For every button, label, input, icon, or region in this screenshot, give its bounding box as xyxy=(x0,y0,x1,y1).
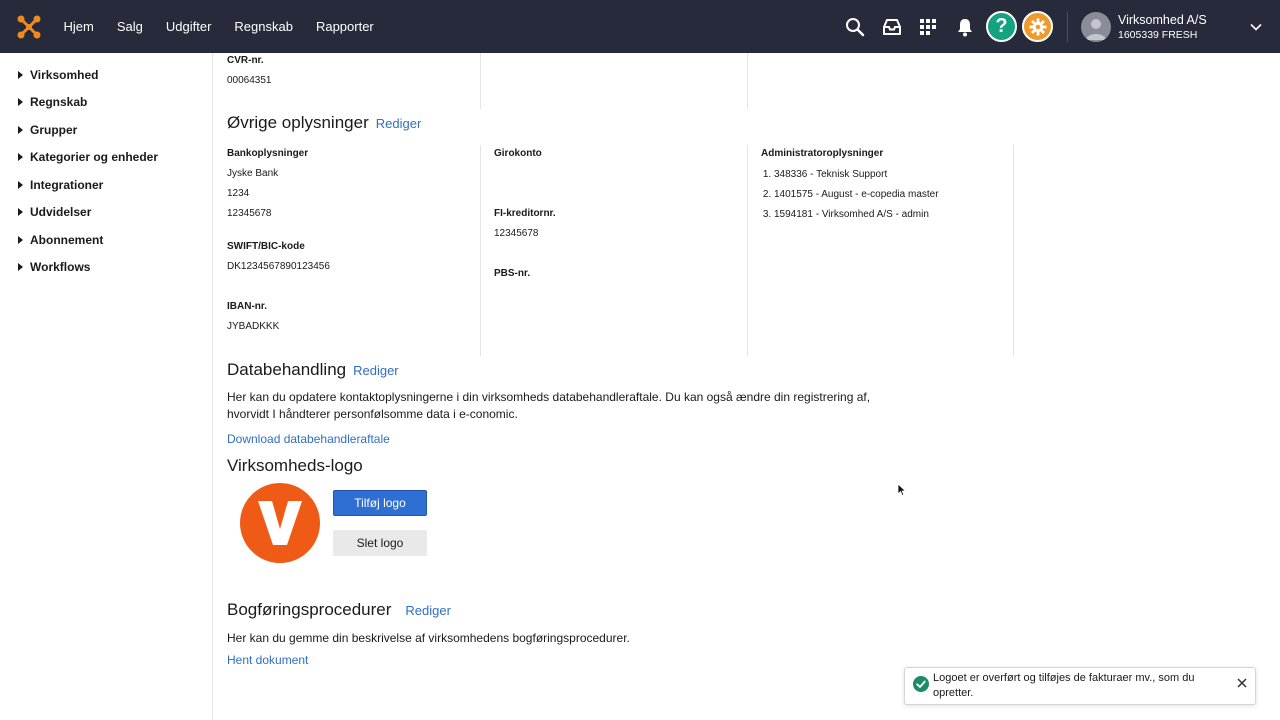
caret-right-icon xyxy=(18,208,23,216)
help-button[interactable]: ? xyxy=(986,11,1017,42)
caret-right-icon xyxy=(18,126,23,134)
close-icon[interactable] xyxy=(1236,677,1248,689)
other-info-edit-link[interactable]: Rediger xyxy=(376,116,422,131)
sidebar-item-kategorier[interactable]: Kategorier og enheder xyxy=(18,150,158,164)
bookkeeping-edit-link[interactable]: Rediger xyxy=(405,603,451,618)
swift-value: DK1234567890123456 xyxy=(227,261,330,272)
search-icon[interactable] xyxy=(841,13,869,41)
sidebar-item-grupper[interactable]: Grupper xyxy=(18,123,77,137)
data-processing-description: Her kan du opdatere kontaktoplysningerne… xyxy=(227,389,887,423)
column-divider xyxy=(480,53,481,109)
giro-label: Girokonto xyxy=(494,148,542,159)
cvr-label: CVR-nr. xyxy=(227,55,264,66)
admin-label: Administratoroplysninger xyxy=(761,148,884,159)
caret-right-icon xyxy=(18,181,23,189)
help-icon: ? xyxy=(995,15,1008,37)
sidebar-item-abonnement[interactable]: Abonnement xyxy=(18,233,103,247)
inbox-icon[interactable] xyxy=(878,13,906,41)
data-processing-edit-link[interactable]: Rediger xyxy=(353,363,399,378)
cvr-value: 00064351 xyxy=(227,75,272,86)
fi-creditor-value: 12345678 xyxy=(494,228,539,239)
settings-button[interactable] xyxy=(1022,11,1053,42)
caret-right-icon xyxy=(18,236,23,244)
sidebar-item-virksomhed[interactable]: Virksomhed xyxy=(18,68,98,82)
sidebar-item-workflows[interactable]: Workflows xyxy=(18,260,90,274)
sidebar-item-label: Kategorier og enheder xyxy=(30,150,159,164)
chevron-down-icon[interactable] xyxy=(1249,20,1263,34)
bank-account: 12345678 xyxy=(227,208,272,219)
sidebar-item-label: Udvidelser xyxy=(30,205,92,219)
column-divider xyxy=(1013,145,1014,356)
sidebar-item-label: Abonnement xyxy=(30,233,104,247)
main-nav: Hjem Salg Udgifter Regnskab Rapporter xyxy=(52,0,385,53)
delete-logo-button[interactable]: Slet logo xyxy=(333,530,427,556)
add-logo-button[interactable]: Tilføj logo xyxy=(333,490,427,516)
nav-item-salg[interactable]: Salg xyxy=(105,19,154,34)
sidebar-item-label: Grupper xyxy=(30,123,78,137)
sidebar-item-integrationer[interactable]: Integrationer xyxy=(18,178,103,192)
column-divider xyxy=(480,145,481,356)
column-divider xyxy=(747,145,748,356)
column-divider xyxy=(747,53,748,109)
logo-section-title: Virksomheds-logo xyxy=(227,456,363,475)
sidebar: Virksomhed Regnskab Grupper Kategorier o… xyxy=(0,53,213,720)
sidebar-item-regnskab[interactable]: Regnskab xyxy=(18,95,87,109)
other-info-heading: Øvrige oplysninger Rediger xyxy=(227,113,421,133)
caret-right-icon xyxy=(18,98,23,106)
description-line: Her kan du opdatere kontaktoplysningerne… xyxy=(227,390,871,404)
download-dpa-link[interactable]: Download databehandleraftale xyxy=(227,432,390,446)
company-logo-image xyxy=(240,483,320,563)
nav-item-rapporter[interactable]: Rapporter xyxy=(304,19,385,34)
caret-right-icon xyxy=(18,71,23,79)
check-circle-icon xyxy=(913,676,929,692)
gear-icon xyxy=(1029,18,1046,35)
apps-grid-icon[interactable] xyxy=(914,13,942,41)
bank-name: Jyske Bank xyxy=(227,168,279,179)
data-processing-heading: Databehandling Rediger xyxy=(227,360,399,380)
pbs-label: PBS-nr. xyxy=(494,268,531,279)
success-toast: Logoet er overført og tilføjes de faktur… xyxy=(904,667,1256,705)
swift-label: SWIFT/BIC-kode xyxy=(227,241,305,252)
top-navigation-bar: Hjem Salg Udgifter Regnskab Rapporter ? xyxy=(0,0,1280,53)
list-item: 1594181 - Virksomhed A/S - admin xyxy=(774,208,939,228)
caret-right-icon xyxy=(18,153,23,161)
other-info-title: Øvrige oplysninger xyxy=(227,113,369,132)
header-divider xyxy=(1067,12,1068,42)
app-logo-icon[interactable] xyxy=(16,14,42,40)
sidebar-item-udvidelser[interactable]: Udvidelser xyxy=(18,205,91,219)
bell-icon[interactable] xyxy=(951,13,979,41)
avatar[interactable] xyxy=(1081,12,1111,42)
sidebar-item-label: Integrationer xyxy=(30,178,104,192)
toast-line: opretter. xyxy=(933,687,974,699)
main-content: CVR-nr. 00064351 Øvrige oplysninger Redi… xyxy=(213,53,1280,720)
mouse-pointer-icon xyxy=(897,483,907,497)
sidebar-item-label: Regnskab xyxy=(30,95,88,109)
fetch-document-link[interactable]: Hent dokument xyxy=(227,653,308,667)
toast-line: Logoet er overført og tilføjes de faktur… xyxy=(933,672,1195,684)
data-processing-title: Databehandling xyxy=(227,360,347,379)
sidebar-item-label: Workflows xyxy=(30,260,91,274)
nav-item-regnskab[interactable]: Regnskab xyxy=(223,19,305,34)
fi-creditor-label: FI-kreditornr. xyxy=(494,208,556,219)
logo-heading: Virksomheds-logo xyxy=(227,456,363,476)
list-item: 1401575 - August - e-copedia master xyxy=(774,188,939,208)
bank-reg: 1234 xyxy=(227,188,250,199)
bookkeeping-title: Bogføringsprocedurer xyxy=(227,600,392,619)
bank-label: Bankoplysninger xyxy=(227,148,309,159)
nav-item-udgifter[interactable]: Udgifter xyxy=(154,19,223,34)
nav-item-hjem[interactable]: Hjem xyxy=(52,19,105,34)
iban-value: JYBADKKK xyxy=(227,321,280,332)
list-item: 348336 - Teknisk Support xyxy=(774,168,939,188)
description-line: hvorvidt I håndterer personfølsomme data… xyxy=(227,407,518,421)
company-id: 1605339 FRESH xyxy=(1118,29,1198,41)
iban-label: IBAN-nr. xyxy=(227,301,267,312)
admin-list: 348336 - Teknisk Support 1401575 - Augus… xyxy=(761,168,939,228)
bookkeeping-heading: Bogføringsprocedurer Rediger xyxy=(227,600,451,620)
bookkeeping-description: Her kan du gemme din beskrivelse af virk… xyxy=(227,631,630,645)
company-name[interactable]: Virksomhed A/S xyxy=(1118,13,1207,27)
toast-message: Logoet er overført og tilføjes de faktur… xyxy=(933,671,1213,701)
caret-right-icon xyxy=(18,263,23,271)
sidebar-item-label: Virksomhed xyxy=(30,68,99,82)
